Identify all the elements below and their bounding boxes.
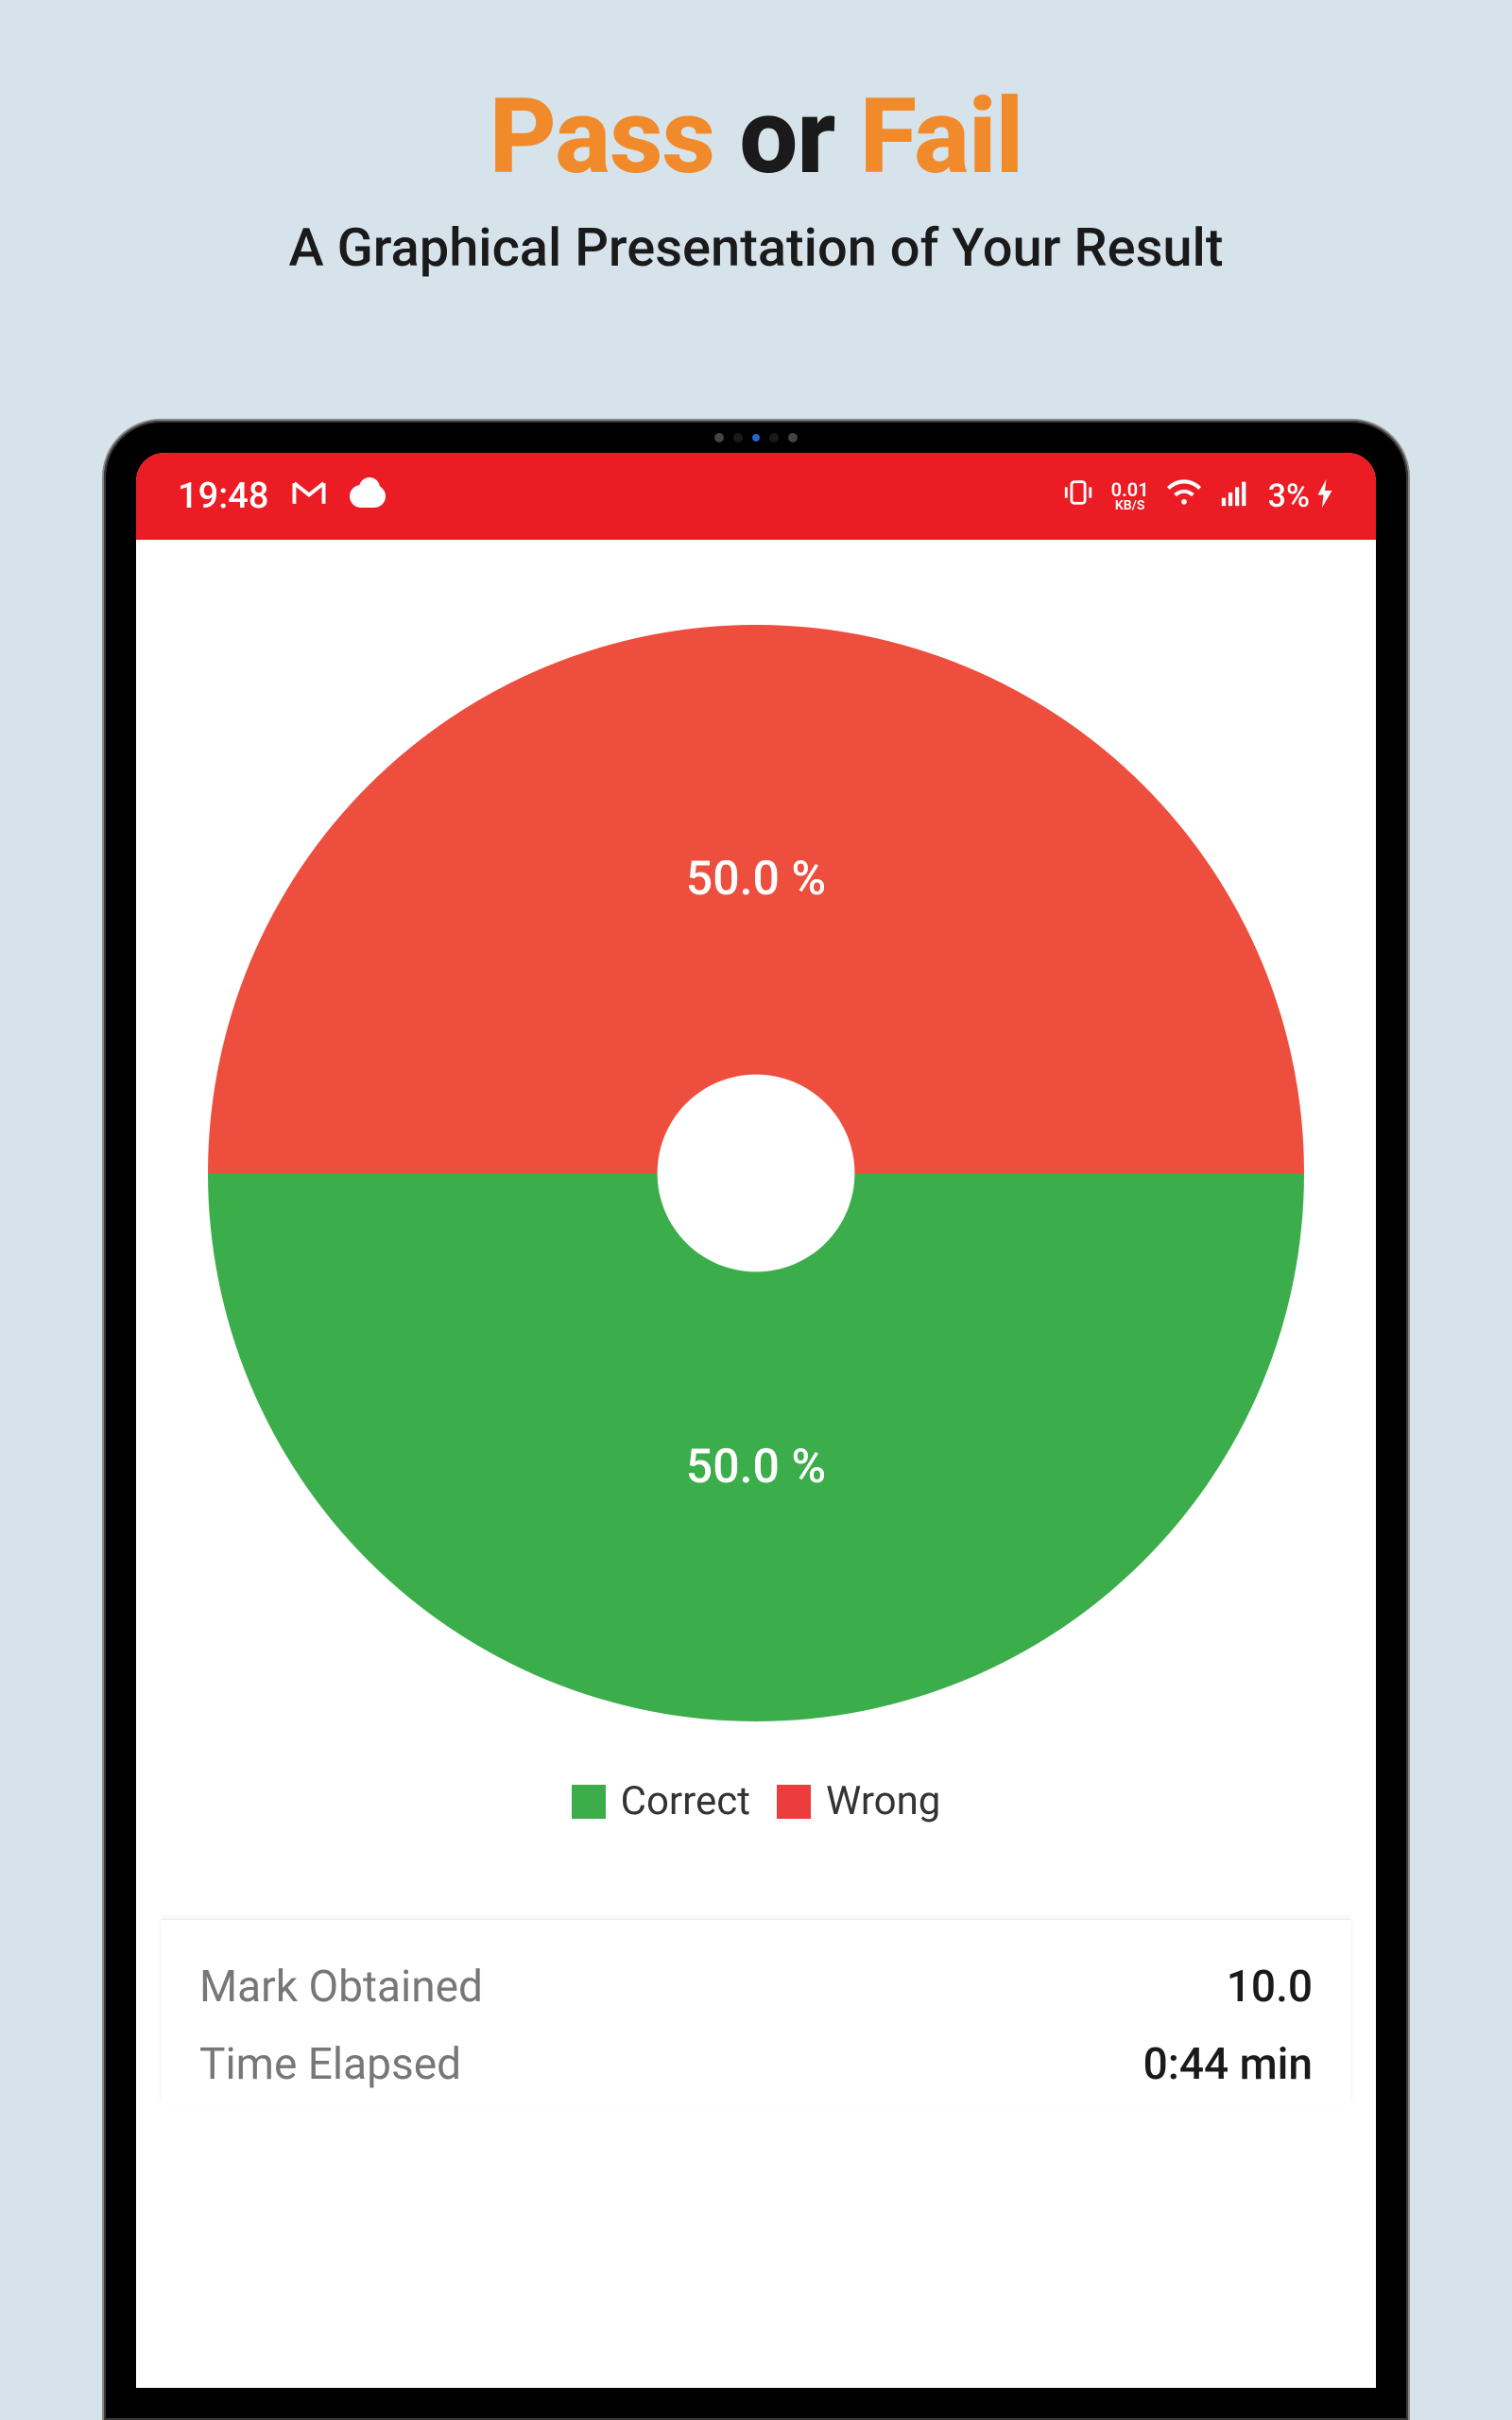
gmail-icon [291,477,327,515]
hero-subtitle: A Graphical Presentation of Your Result [0,216,1512,279]
hero-fail: Fail [860,76,1023,198]
legend-swatch-wrong [777,1785,811,1819]
legend-wrong: Wrong [777,1778,940,1824]
cloud-icon [350,485,386,508]
tablet-frame: 19:48 0.01 KB/S [104,421,1408,2420]
hero-pass: Pass [490,76,714,198]
wifi-icon [1166,475,1202,519]
legend-swatch-correct [572,1785,606,1819]
status-time: 19:48 [178,475,268,517]
legend-label-correct: Correct [621,1778,750,1824]
legend-label-wrong: Wrong [826,1778,940,1824]
mark-obtained-label: Mark Obtained [199,1962,483,2013]
result-donut-chart: 50.0 % 50.0 % [208,625,1304,1721]
mark-obtained-row: Mark Obtained 10.0 [199,1948,1313,2026]
hero-section: Pass or Fail A Graphical Presentation of… [0,0,1512,279]
hero-or: or [739,76,834,198]
legend-correct: Correct [572,1778,750,1824]
wrong-slice-label: 50.0 % [686,852,826,907]
mark-obtained-value: 10.0 [1227,1962,1313,2013]
correct-slice-label: 50.0 % [686,1440,826,1495]
tablet-screen: 19:48 0.01 KB/S [136,453,1376,2388]
hero-title: Pass or Fail [0,76,1512,198]
chart-legend: Correct Wrong [572,1778,941,1824]
status-bar: 19:48 0.01 KB/S [136,453,1376,540]
battery-indicator: 3% [1268,477,1334,515]
camera-notch [714,433,798,442]
charging-icon [1315,479,1334,514]
vibrate-icon [1062,476,1094,516]
app-content: 50.0 % 50.0 % Correct Wrong Mark Obtaine… [136,540,1376,2388]
net-speed-indicator: 0.01 KB/S [1111,480,1149,512]
signal-icon [1219,476,1251,517]
time-elapsed-value: 0:44 min [1143,2039,1313,2090]
time-elapsed-row: Time Elapsed 0:44 min [199,2026,1313,2103]
results-panel: Mark Obtained 10.0 Time Elapsed 0:44 min [162,1919,1350,2103]
time-elapsed-label: Time Elapsed [199,2039,461,2090]
